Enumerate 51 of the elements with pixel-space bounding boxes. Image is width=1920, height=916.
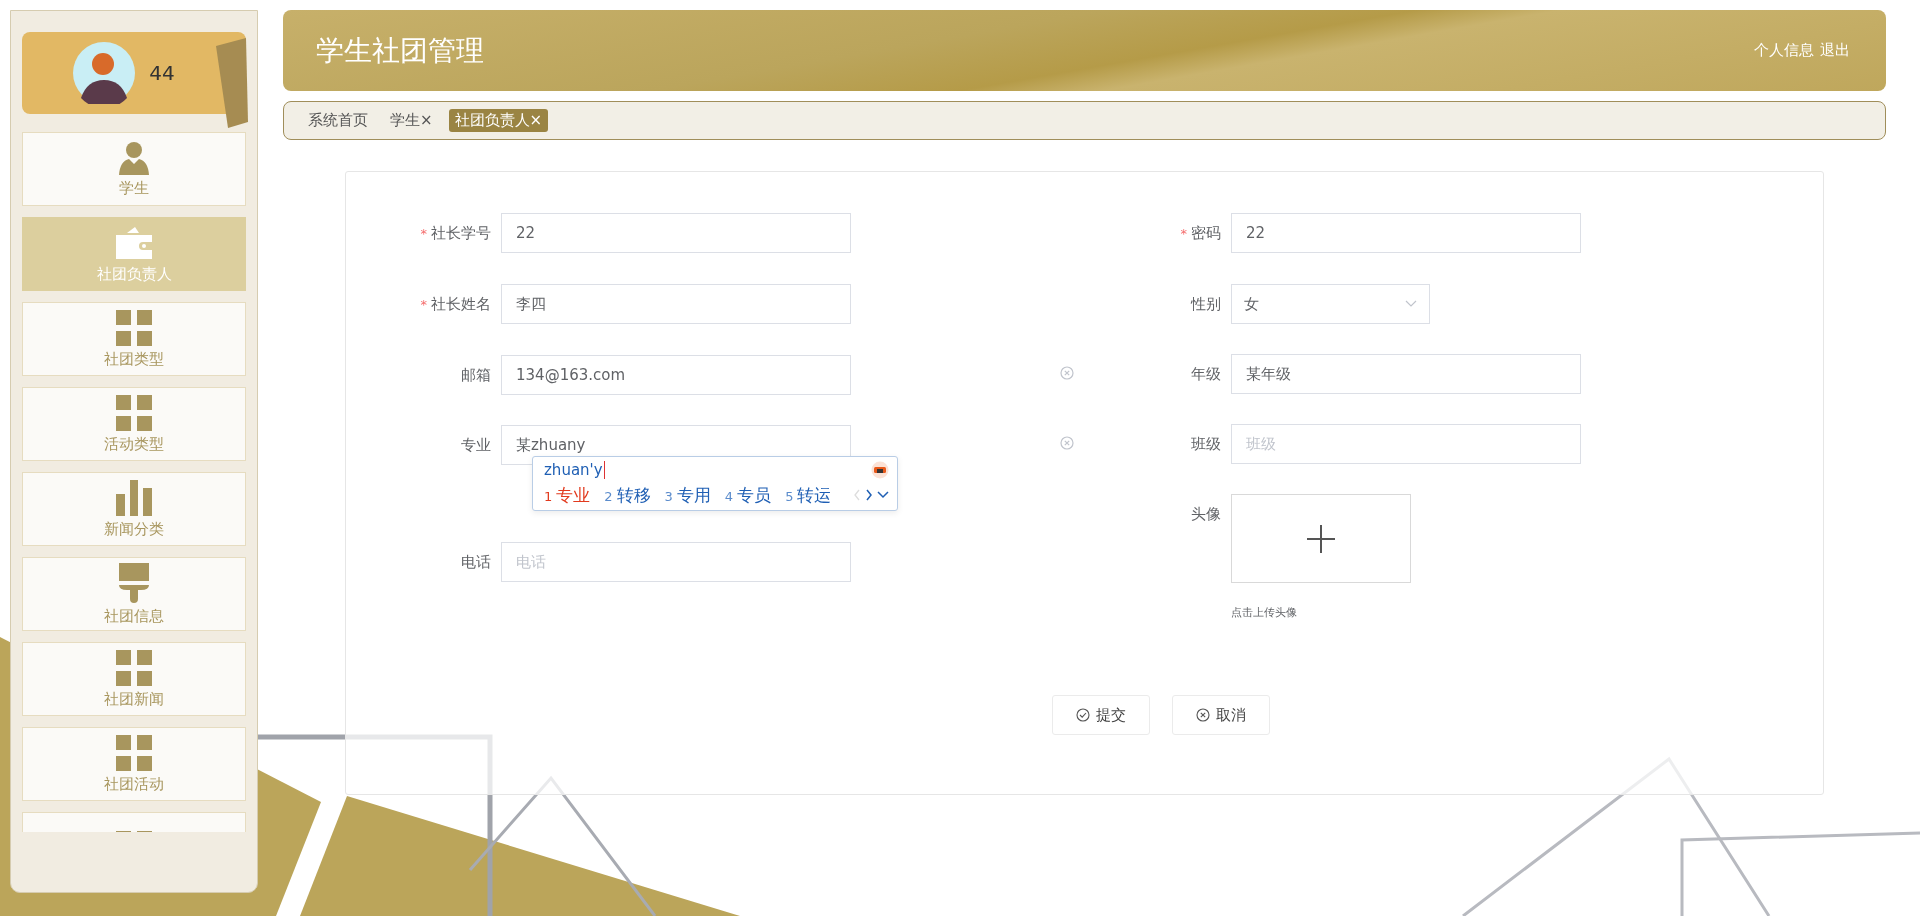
field-label: * 社长姓名	[419, 294, 491, 315]
person-icon	[117, 140, 151, 175]
page-tab[interactable]: 系统首页	[302, 109, 374, 132]
select-field[interactable]: 女	[1231, 284, 1430, 324]
clear-icon[interactable]	[1060, 436, 1074, 450]
field-label: 电话	[460, 552, 491, 573]
field-label: 性别	[1189, 294, 1221, 315]
field-label: 头像	[1190, 504, 1221, 525]
chevron-down-icon	[1405, 300, 1417, 308]
field-label: * 社长学号	[419, 223, 491, 244]
grid-icon	[116, 649, 152, 686]
chevron-right-icon[interactable]	[865, 489, 873, 501]
wallet-icon	[115, 224, 153, 261]
page-tab[interactable]: 学生×	[384, 109, 439, 132]
cancel-button[interactable]: 取消	[1172, 695, 1270, 735]
close-circle-icon	[1196, 708, 1210, 722]
ime-composition: zhuan'y	[544, 461, 605, 479]
text-field[interactable]: 22	[501, 213, 851, 253]
clear-icon[interactable]	[1060, 366, 1074, 380]
grid-icon	[116, 734, 152, 771]
text-field[interactable]: 李四	[501, 284, 851, 324]
submit-button[interactable]: 提交	[1052, 695, 1150, 735]
plus-icon	[1307, 524, 1335, 553]
ime-logo-icon	[871, 461, 889, 479]
text-field[interactable]: 电话	[501, 542, 851, 582]
chevron-down-icon[interactable]	[877, 491, 889, 499]
ime-candidate[interactable]: 5 转运	[785, 483, 832, 507]
text-field[interactable]: 22	[1231, 213, 1581, 253]
field-label: 邮箱	[460, 365, 491, 386]
field-label: 班级	[1190, 434, 1221, 455]
page-tab[interactable]: 社团负责人×	[448, 109, 549, 132]
grid-icon	[116, 309, 152, 346]
field-label: 年级	[1190, 364, 1221, 385]
upload-box[interactable]	[1231, 494, 1411, 583]
grid-icon	[116, 394, 152, 431]
check-circle-icon	[1076, 708, 1090, 722]
field-label: 专业	[460, 435, 491, 456]
brush-icon	[119, 562, 149, 603]
ime-candidate[interactable]: 2 转移	[604, 483, 651, 507]
bar-chart-icon	[116, 479, 152, 516]
text-field[interactable]: 134@163.com	[501, 355, 851, 395]
ime-candidate[interactable]: 3 专用	[664, 483, 711, 507]
ime-candidate[interactable]: 1 专业	[544, 483, 591, 507]
field-label: * 密码	[1179, 223, 1221, 244]
user-name: 44	[149, 61, 175, 85]
app-title: 学生社团管理	[316, 32, 484, 69]
upload-hint: 点击上传头像	[1231, 605, 1298, 620]
ime-candidate[interactable]: 4 专员	[724, 483, 772, 507]
text-field[interactable]: 某年级	[1231, 354, 1581, 394]
text-field[interactable]: 班级	[1231, 424, 1581, 464]
avatar	[73, 42, 136, 104]
